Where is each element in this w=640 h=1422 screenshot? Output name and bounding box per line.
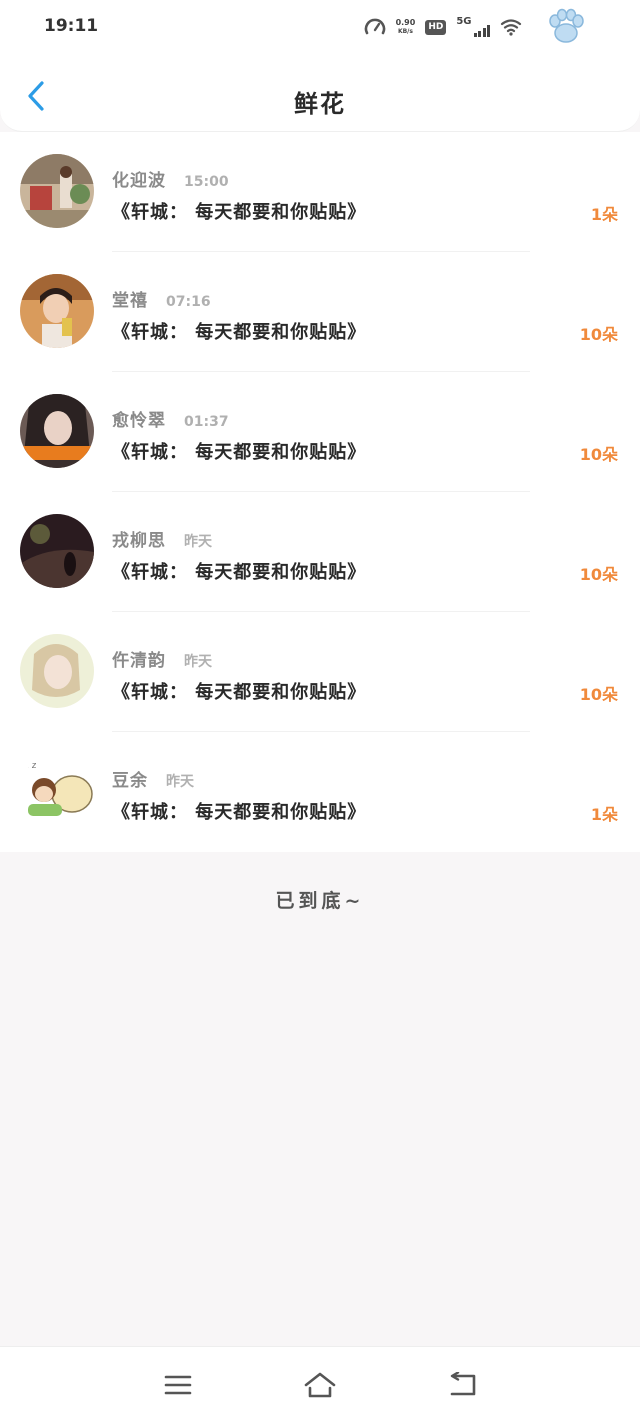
page-title: 鲜花: [294, 90, 346, 118]
paw-icon: [549, 8, 584, 43]
net-speed-unit: KB/s: [397, 28, 413, 35]
end-of-list-text: 已到底~: [275, 890, 365, 912]
gift-message: 《轩城： 每天都要和你贴贴》: [112, 562, 367, 583]
signal-bars-icon: [473, 25, 490, 37]
gift-list: 化迎波 15:00 《轩城： 每天都要和你贴贴》 1朵 堂禧 07:16 《轩城…: [0, 132, 640, 852]
name-line: 豆余 昨天: [112, 766, 194, 791]
avatar[interactable]: [20, 634, 94, 708]
message-time: 01:37: [184, 414, 229, 430]
list-item[interactable]: 愈怜翠 01:37 《轩城： 每天都要和你贴贴》 10朵: [0, 372, 640, 492]
avatar[interactable]: [20, 394, 94, 468]
status-time: 19:11: [44, 16, 99, 36]
avatar[interactable]: [20, 274, 94, 348]
name-line: 愈怜翠 01:37: [112, 406, 229, 431]
list-item[interactable]: 仵清韵 昨天 《轩城： 每天都要和你贴贴》 10朵: [0, 612, 640, 732]
message-time: 昨天: [184, 654, 212, 670]
network-type: 5G: [456, 16, 472, 27]
message-time: 昨天: [184, 534, 212, 550]
net-speed: 0.90 KB/s: [396, 18, 416, 36]
flower-count: 1朵: [590, 805, 618, 824]
speedometer-icon: [364, 18, 385, 35]
message-time: 15:00: [184, 174, 229, 190]
svg-text:z z: z z: [24, 761, 37, 771]
menu-icon: [164, 1375, 192, 1395]
flower-count: 1朵: [590, 205, 618, 224]
flower-count: 10朵: [579, 685, 618, 704]
hd-badge: HD: [425, 19, 447, 35]
net-speed-value: 0.90: [395, 18, 416, 27]
user-name: 戎柳思: [112, 531, 166, 551]
system-nav-bar: [0, 1346, 640, 1422]
user-name: 堂禧: [112, 291, 148, 311]
list-item[interactable]: 化迎波 15:00 《轩城： 每天都要和你贴贴》 1朵: [0, 132, 640, 252]
list-item[interactable]: 戎柳思 昨天 《轩城： 每天都要和你贴贴》 10朵: [0, 492, 640, 612]
gift-message: 《轩城： 每天都要和你贴贴》: [112, 322, 367, 343]
gift-message: 《轩城： 每天都要和你贴贴》: [112, 202, 367, 223]
home-button[interactable]: [300, 1367, 340, 1403]
name-line: 仵清韵 昨天: [112, 646, 212, 671]
flower-count: 10朵: [579, 325, 618, 344]
status-bar: 19:11 0.90 KB/s HD 5G: [0, 0, 640, 56]
user-name: 仵清韵: [112, 651, 166, 671]
user-name: 愈怜翠: [112, 411, 166, 431]
name-line: 化迎波 15:00: [112, 166, 229, 191]
header: 鲜花: [0, 56, 640, 132]
return-icon: [450, 1372, 476, 1396]
gift-message: 《轩城： 每天都要和你贴贴》: [112, 682, 367, 703]
wifi-icon: [500, 19, 522, 36]
status-icons: 0.90 KB/s HD 5G: [364, 12, 522, 42]
avatar[interactable]: z z: [20, 754, 94, 828]
home-icon: [304, 1372, 336, 1398]
user-name: 化迎波: [112, 171, 166, 191]
flower-count: 10朵: [579, 565, 618, 584]
avatar[interactable]: [20, 154, 94, 228]
menu-button[interactable]: [158, 1367, 198, 1403]
user-name: 豆余: [112, 771, 148, 791]
message-time: 昨天: [166, 774, 194, 790]
list-item[interactable]: z z 豆余 昨天 《轩城： 每天都要和你贴贴》 1朵: [0, 732, 640, 852]
back-nav-button[interactable]: [442, 1367, 482, 1403]
gift-message: 《轩城： 每天都要和你贴贴》: [112, 442, 367, 463]
message-time: 07:16: [166, 294, 211, 310]
name-line: 戎柳思 昨天: [112, 526, 212, 551]
gift-message: 《轩城： 每天都要和你贴贴》: [112, 802, 367, 823]
flower-count: 10朵: [579, 445, 618, 464]
signal-indicator: 5G: [456, 17, 490, 37]
name-line: 堂禧 07:16: [112, 286, 211, 311]
avatar[interactable]: [20, 514, 94, 588]
list-item[interactable]: 堂禧 07:16 《轩城： 每天都要和你贴贴》 10朵: [0, 252, 640, 372]
